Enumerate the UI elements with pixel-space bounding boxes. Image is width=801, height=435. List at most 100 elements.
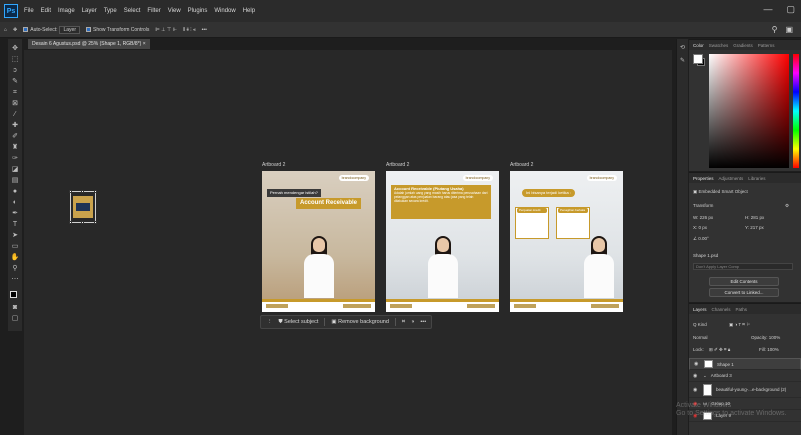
fill-field[interactable]: Fill: 100% (759, 347, 779, 352)
selected-shape-object[interactable] (69, 190, 97, 224)
artboard-label[interactable]: Artboard 2 (510, 162, 533, 168)
visibility-eye-icon[interactable]: ◉ (693, 387, 699, 393)
blend-mode-select[interactable]: Normal (693, 335, 708, 340)
gradient-tool-icon[interactable]: ▤ (11, 177, 20, 185)
foreground-color[interactable] (10, 291, 17, 298)
tab-color[interactable]: Color (693, 43, 704, 48)
layer-row[interactable]: ◉ Shape 1 (689, 358, 801, 370)
eraser-tool-icon[interactable]: ◪ (11, 166, 20, 174)
artboard-1[interactable]: brand•company Pernah mendengar istilah? … (262, 171, 375, 312)
stamp-tool-icon[interactable]: ♜ (11, 144, 20, 152)
tab-layers[interactable]: Layers (693, 307, 707, 312)
height-field[interactable]: H: 281 px (745, 215, 764, 220)
layer-filter-kind[interactable]: Q Kind (693, 322, 707, 327)
healing-tool-icon[interactable]: ✚ (11, 122, 20, 130)
menu-image[interactable]: Image (58, 8, 75, 14)
angle-field[interactable]: ∠ 0.00° (693, 236, 709, 242)
filter-icons[interactable]: ▣ ◑ T ⌗ ⚐ (729, 322, 750, 328)
layer-row[interactable]: ◉ ⌄ Artboard 3 (689, 370, 801, 382)
menu-filter[interactable]: Filter (147, 8, 160, 14)
visibility-eye-icon[interactable]: ◉ (693, 373, 699, 379)
adjust-icon[interactable]: ◑ (411, 319, 414, 325)
visibility-eye-icon[interactable]: ◉ (694, 361, 700, 368)
zoom-tool-icon[interactable]: ⚲ (11, 265, 20, 273)
distribute-icons[interactable]: ⫴ ⫵ ⫶ ⫷ (183, 27, 196, 33)
convert-to-linked-button[interactable]: Convert to Linked... (709, 288, 779, 297)
tab-properties[interactable]: Properties (693, 176, 714, 181)
menu-type[interactable]: Type (104, 8, 117, 14)
history-brush-icon[interactable]: ✑ (11, 155, 20, 163)
tab-adjustments[interactable]: Adjustments (719, 176, 744, 181)
frame-tool-icon[interactable]: ⊠ (11, 100, 20, 108)
more-button[interactable]: ••• (420, 319, 426, 325)
layer-comp-select[interactable]: Don't Apply Layer Comp (693, 263, 793, 270)
move-tool-icon[interactable]: ✥ (11, 45, 20, 53)
remove-background-button[interactable]: ▣ Remove background (331, 319, 389, 325)
quick-select-tool-icon[interactable]: ✎ (11, 78, 20, 86)
history-icon[interactable]: ⟲ (679, 45, 687, 52)
artboard-3[interactable]: brand•company Ini bisanya terjadi ketika… (510, 171, 623, 312)
screen-mode-icon[interactable]: ▢ (11, 315, 20, 323)
auto-select-dropdown[interactable]: Layer (59, 25, 80, 34)
move-tool-icon[interactable]: ✥ (13, 27, 17, 33)
transform-handle[interactable] (94, 221, 97, 224)
quick-mask-icon[interactable]: ◙ (11, 304, 20, 312)
layer-row[interactable]: ◉ beautiful-young-...e-background (2) (689, 382, 801, 398)
artboard-2[interactable]: brand•company Account Receivable (Piutan… (386, 171, 499, 312)
transform-settings-icon[interactable]: ⚙ (785, 203, 789, 209)
color-field[interactable] (709, 54, 789, 168)
eyedropper-tool-icon[interactable]: ⁄ (11, 111, 20, 119)
more-tools-icon[interactable]: ⋯ (11, 276, 20, 284)
hue-slider[interactable] (793, 54, 799, 168)
home-icon[interactable]: ⌂ (4, 27, 7, 33)
menu-plugins[interactable]: Plugins (188, 8, 208, 14)
select-subject-button[interactable]: ⛊ Select subject (279, 319, 319, 326)
lock-icons[interactable]: ⊞ ✐ ✥ ⌗ 🔒︎ (709, 347, 730, 353)
lasso-tool-icon[interactable]: ↄ (11, 67, 20, 75)
minimize-button[interactable]: — (763, 4, 772, 15)
foreground-background-swatch[interactable] (10, 291, 20, 301)
transform-controls-checkbox[interactable] (86, 27, 91, 32)
marquee-tool-icon[interactable]: ⬚ (11, 56, 20, 64)
tab-patterns[interactable]: Patterns (758, 43, 775, 48)
maximize-button[interactable]: ▢ (786, 4, 795, 15)
search-icon[interactable]: ⚲ (772, 25, 778, 34)
document-tab[interactable]: Desain 6 Agustus.psd @ 25% (Shape 1, RGB… (28, 39, 150, 49)
tab-paths[interactable]: Paths (736, 307, 748, 312)
menu-help[interactable]: Help (243, 8, 255, 14)
artboard-label[interactable]: Artboard 2 (262, 162, 285, 168)
menu-edit[interactable]: Edit (41, 8, 51, 14)
tab-channels[interactable]: Channels (712, 307, 731, 312)
tab-gradients[interactable]: Gradients (733, 43, 753, 48)
tab-swatches[interactable]: Swatches (709, 43, 729, 48)
crop-icon[interactable]: ⌗ (402, 319, 405, 326)
menu-layer[interactable]: Layer (82, 8, 97, 14)
opacity-field[interactable]: Opacity: 100% (751, 335, 780, 340)
width-field[interactable]: W: 226 px (693, 215, 713, 220)
menu-view[interactable]: View (168, 8, 181, 14)
crop-tool-icon[interactable]: ⌗ (11, 89, 20, 97)
type-tool-icon[interactable]: T (11, 221, 20, 229)
hand-tool-icon[interactable]: ✋ (11, 254, 20, 262)
foreground-swatch[interactable] (693, 54, 703, 64)
expand-chevron-icon[interactable]: ⌄ (703, 373, 707, 379)
workspace-icon[interactable]: ▣ (785, 25, 793, 34)
path-select-icon[interactable]: ➤ (11, 232, 20, 240)
tab-libraries[interactable]: Libraries (748, 176, 765, 181)
pen-tool-icon[interactable]: ✒ (11, 210, 20, 218)
dodge-tool-icon[interactable]: ◐ (11, 199, 20, 207)
transform-handle[interactable] (94, 190, 97, 193)
transform-handle[interactable] (81, 221, 84, 224)
transform-handle[interactable] (69, 190, 72, 193)
y-field[interactable]: Y: 217 px (745, 225, 764, 230)
blur-tool-icon[interactable]: ● (11, 188, 20, 196)
menu-file[interactable]: File (24, 8, 34, 14)
artboard-label[interactable]: Artboard 2 (386, 162, 409, 168)
x-field[interactable]: X: 0 px (693, 225, 707, 230)
transform-handle[interactable] (69, 221, 72, 224)
edit-contents-button[interactable]: Edit Contents (709, 277, 779, 286)
transform-handle[interactable] (81, 190, 84, 193)
brush-tool-icon[interactable]: ✐ (11, 133, 20, 141)
drag-handle-icon[interactable]: ⋮ (267, 319, 273, 325)
menu-window[interactable]: Window (214, 8, 235, 14)
